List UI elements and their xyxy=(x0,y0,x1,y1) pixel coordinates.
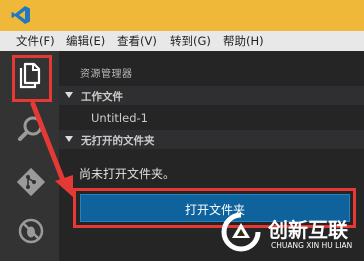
working-files-header[interactable]: 工作文件 xyxy=(59,86,364,105)
brand-watermark: 创新互联 CHUANG XIN HU LIAN xyxy=(213,205,364,261)
title-bar xyxy=(0,0,364,31)
git-icon[interactable] xyxy=(16,167,46,197)
menu-bar: 文件(F) 编辑(E) 查看(V) 转到(G) 帮助(H) xyxy=(0,31,364,51)
brand-name-cn: 创新互联 xyxy=(268,218,348,242)
vscode-icon xyxy=(11,6,30,24)
menu-goto[interactable]: 转到(G) xyxy=(170,33,211,49)
search-icon[interactable] xyxy=(15,113,47,145)
no-folder-header[interactable]: 无打开的文件夹 xyxy=(59,130,364,149)
chevron-down-icon xyxy=(65,136,73,142)
files-icon-highlight xyxy=(12,55,52,102)
menu-file[interactable]: 文件(F) xyxy=(16,33,55,49)
chevron-down-icon xyxy=(65,92,73,98)
working-file-item[interactable]: Untitled-1 xyxy=(91,111,148,125)
menu-help[interactable]: 帮助(H) xyxy=(223,33,264,49)
no-folder-message: 尚未打开文件夹。 xyxy=(79,167,176,181)
debug-icon[interactable] xyxy=(16,216,46,246)
menu-edit[interactable]: 编辑(E) xyxy=(66,33,105,49)
explorer-title: 资源管理器 xyxy=(80,69,133,80)
menu-view[interactable]: 查看(V) xyxy=(117,33,157,49)
brand-logo-icon xyxy=(221,212,261,252)
brand-name-en: CHUANG XIN HU LIAN xyxy=(271,241,353,250)
